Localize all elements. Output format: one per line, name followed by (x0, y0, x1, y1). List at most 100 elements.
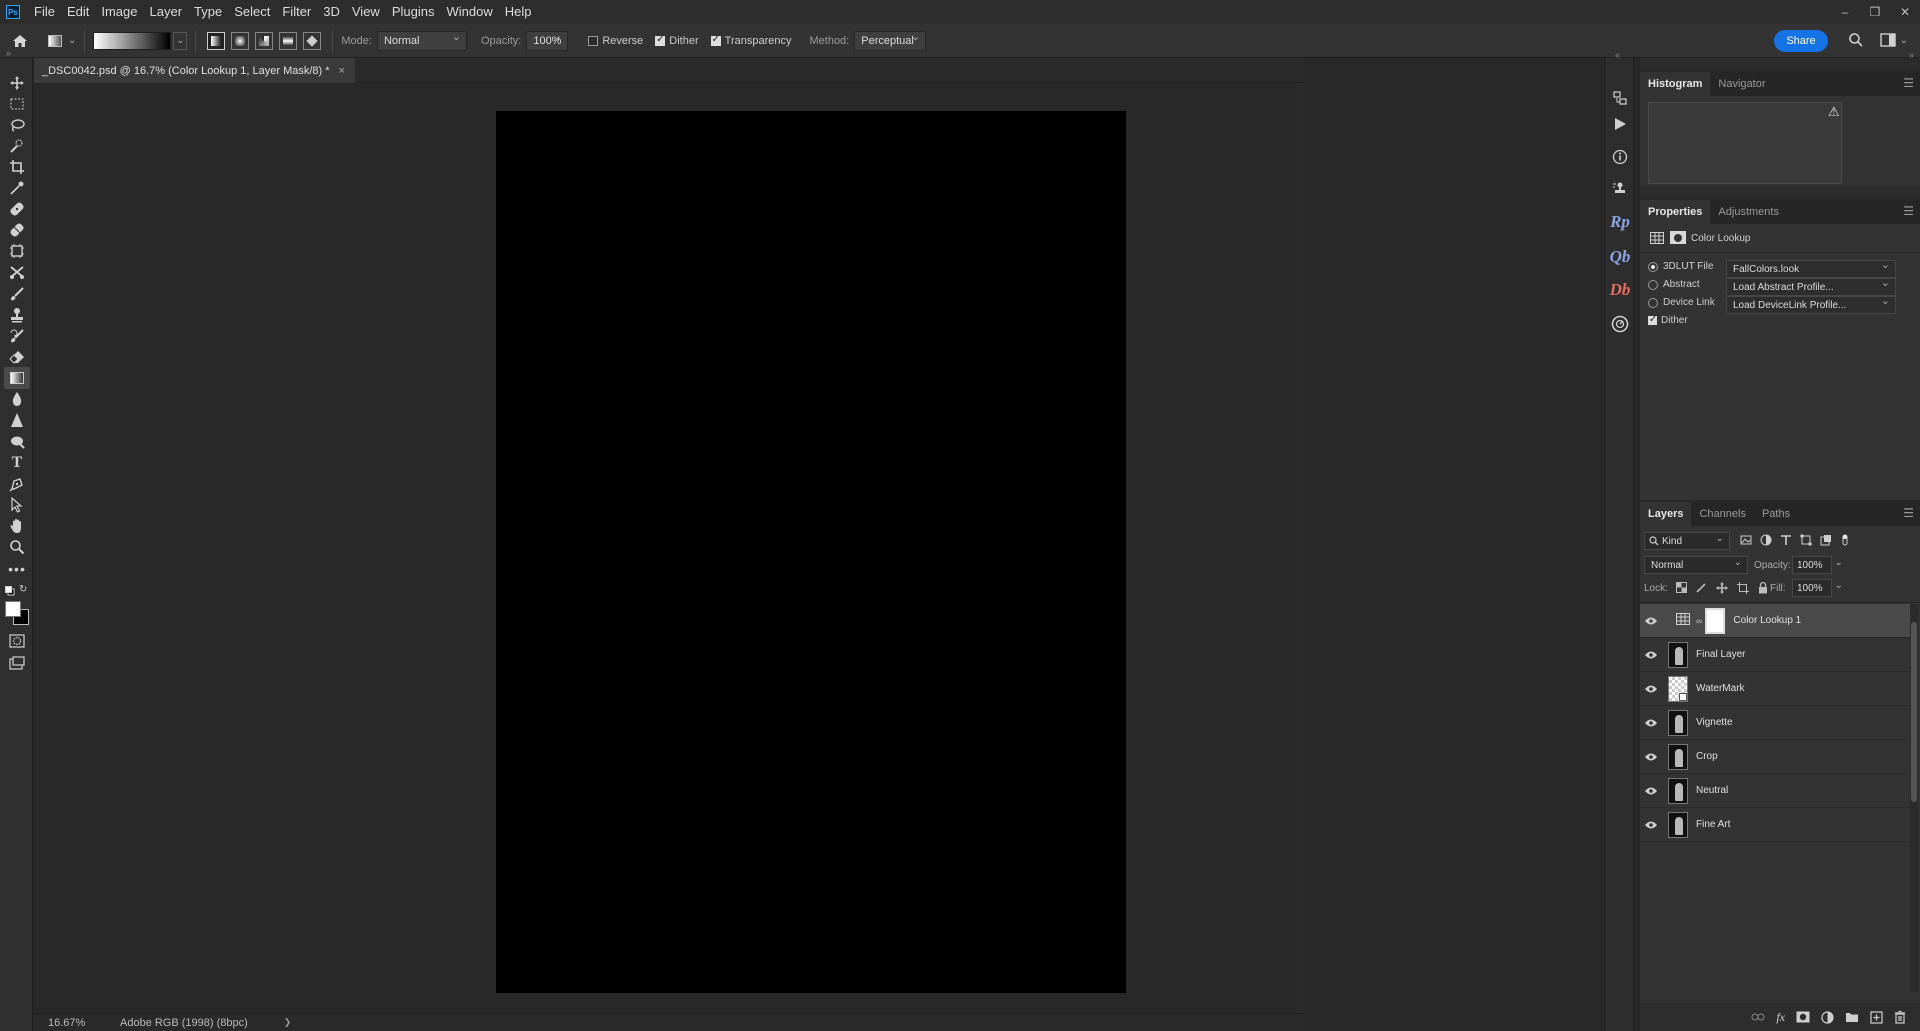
hand-tool-icon[interactable] (4, 515, 30, 537)
dodge-tool-icon[interactable] (4, 431, 30, 453)
lock-transparent-icon[interactable] (1676, 582, 1687, 593)
menu-window[interactable]: Window (440, 0, 498, 24)
workspace-switcher-icon[interactable]: ⌄ (1879, 33, 1908, 47)
layer-row-final-layer[interactable]: Final Layer (1640, 638, 1910, 672)
panel-menu-icon[interactable]: ☰ (1903, 506, 1914, 520)
document-tab[interactable]: _DSC0042.psd @ 16.7% (Color Lookup 1, La… (34, 58, 355, 83)
dither-checkbox[interactable]: Dither (655, 34, 699, 47)
menu-filter[interactable]: Filter (276, 0, 317, 24)
menu-image[interactable]: Image (95, 0, 143, 24)
patch-tool-icon[interactable] (4, 219, 30, 241)
radial-gradient-icon[interactable] (231, 31, 250, 50)
mode-select[interactable]: Normal (376, 30, 467, 51)
layer-mask-icon[interactable] (1670, 231, 1686, 244)
eye-visibility-icon[interactable] (1640, 774, 1662, 808)
filter-pixel-icon[interactable] (1740, 534, 1752, 546)
collapse-arrows-icon[interactable]: « (1615, 50, 1620, 60)
reverse-checkbox-box[interactable] (588, 35, 599, 46)
option-3dlut-file[interactable]: 3DLUT File (1648, 261, 1713, 272)
menu-select[interactable]: Select (228, 0, 276, 24)
search-icon[interactable] (1848, 32, 1864, 51)
filter-type-icon[interactable] (1780, 534, 1792, 546)
menu-type[interactable]: Type (188, 0, 228, 24)
home-icon[interactable] (0, 34, 40, 48)
brush-tool-icon[interactable] (4, 283, 30, 305)
layer-row-watermark[interactable]: WaterMark (1640, 672, 1910, 706)
layer-row-vignette[interactable]: Vignette (1640, 706, 1910, 740)
filter-shape-icon[interactable] (1800, 534, 1812, 546)
dodge-burn-plugin-icon[interactable]: Db (1608, 278, 1632, 302)
swap-colors-icon[interactable]: ↻ (19, 584, 27, 595)
dither-checkbox-box[interactable] (1648, 314, 1657, 325)
option-abstract[interactable]: Abstract (1648, 279, 1700, 290)
properties-dither-checkbox[interactable]: Dither (1648, 314, 1688, 326)
history-brush-icon[interactable] (4, 325, 30, 347)
gradient-editor-swatch[interactable] (93, 31, 172, 50)
menu-3d[interactable]: 3D (317, 0, 346, 24)
eye-visibility-icon[interactable] (1640, 808, 1662, 842)
panel-menu-icon[interactable]: ☰ (1903, 76, 1914, 90)
new-layer-icon[interactable] (1870, 1010, 1883, 1024)
eye-visibility-icon[interactable] (1640, 706, 1662, 740)
marquee-tool-icon[interactable] (4, 93, 30, 115)
abstract-profile-select[interactable]: Load Abstract Profile... (1726, 276, 1896, 296)
share-button[interactable]: Share (1774, 30, 1828, 52)
menu-file[interactable]: File (28, 0, 61, 24)
pen-tool-icon[interactable] (4, 473, 30, 495)
radio-abstract[interactable] (1648, 279, 1658, 290)
stamp-tool-icon[interactable] (4, 304, 30, 326)
content-aware-move-icon[interactable] (4, 261, 30, 283)
transparency-checkbox-box[interactable] (710, 34, 721, 46)
clone-source-icon[interactable] (1608, 177, 1632, 201)
layer-row-color-lookup-1[interactable]: ∞ Color Lookup 1 (1640, 604, 1910, 638)
blend-mode-select[interactable]: Normal ⌄ (1644, 556, 1748, 574)
scrollbar-thumb[interactable] (1911, 622, 1917, 802)
path-select-tool-icon[interactable] (4, 494, 30, 516)
tab-channels[interactable]: Channels (1691, 502, 1753, 526)
photoshop-logo-icon[interactable]: Ps (6, 5, 20, 19)
delete-layer-icon[interactable] (1894, 1010, 1906, 1024)
tab-paths[interactable]: Paths (1754, 502, 1798, 526)
option-device-link[interactable]: Device Link (1648, 297, 1715, 308)
collapse-arrows-icon[interactable]: » (1909, 50, 1914, 60)
new-adjustment-layer-icon[interactable] (1821, 1010, 1834, 1024)
menu-plugins[interactable]: Plugins (386, 0, 441, 24)
tool-preset-picker[interactable]: ⌄ (48, 34, 76, 47)
layer-opacity-input[interactable]: 100% ⌄ (1792, 556, 1843, 574)
radio-3dlut[interactable] (1648, 261, 1658, 272)
eyedropper-tool-icon[interactable] (4, 177, 30, 199)
diamond-gradient-icon[interactable] (303, 31, 322, 50)
type-tool-icon[interactable]: T (4, 452, 30, 474)
zoom-tool-icon[interactable] (4, 536, 30, 558)
close-icon[interactable]: ✕ (1890, 0, 1920, 24)
quick-mask-icon[interactable] (4, 630, 30, 652)
menu-help[interactable]: Help (499, 0, 538, 24)
crop-tool-icon[interactable] (4, 156, 30, 178)
tab-adjustments[interactable]: Adjustments (1710, 200, 1787, 224)
sharpen-tool-icon[interactable] (4, 409, 30, 431)
menu-view[interactable]: View (346, 0, 386, 24)
reverse-checkbox[interactable]: Reverse (588, 35, 643, 47)
menu-layer[interactable]: Layer (144, 0, 189, 24)
3dlut-file-select[interactable]: FallColors.look (1726, 258, 1896, 278)
filter-toggle-icon[interactable] (1840, 534, 1850, 546)
layer-row-fine-art[interactable]: Fine Art (1640, 808, 1910, 842)
restore-icon[interactable]: ❒ (1860, 0, 1890, 24)
timer-plugin-icon[interactable] (1608, 312, 1632, 336)
lock-position-icon[interactable] (1716, 582, 1728, 594)
histogram-warning-icon[interactable]: ⚠ (1828, 104, 1840, 120)
eye-visibility-icon[interactable] (1640, 672, 1662, 706)
minimize-icon[interactable]: – (1830, 0, 1860, 24)
quick-select-tool-icon[interactable] (4, 135, 30, 157)
gradient-picker-dropdown[interactable]: ⌄ (173, 31, 188, 50)
reflected-gradient-icon[interactable] (279, 31, 298, 50)
tab-histogram[interactable]: Histogram (1640, 72, 1711, 96)
filter-smart-object-icon[interactable] (1820, 534, 1832, 546)
actions-play-icon[interactable] (1608, 112, 1632, 136)
new-group-icon[interactable] (1845, 1011, 1859, 1023)
screen-mode-icon[interactable] (4, 652, 30, 674)
blur-tool-icon[interactable] (4, 388, 30, 410)
eye-visibility-icon[interactable] (1640, 604, 1662, 638)
lock-all-icon[interactable] (1758, 582, 1768, 594)
layer-mask-thumbnail[interactable] (1705, 607, 1726, 634)
